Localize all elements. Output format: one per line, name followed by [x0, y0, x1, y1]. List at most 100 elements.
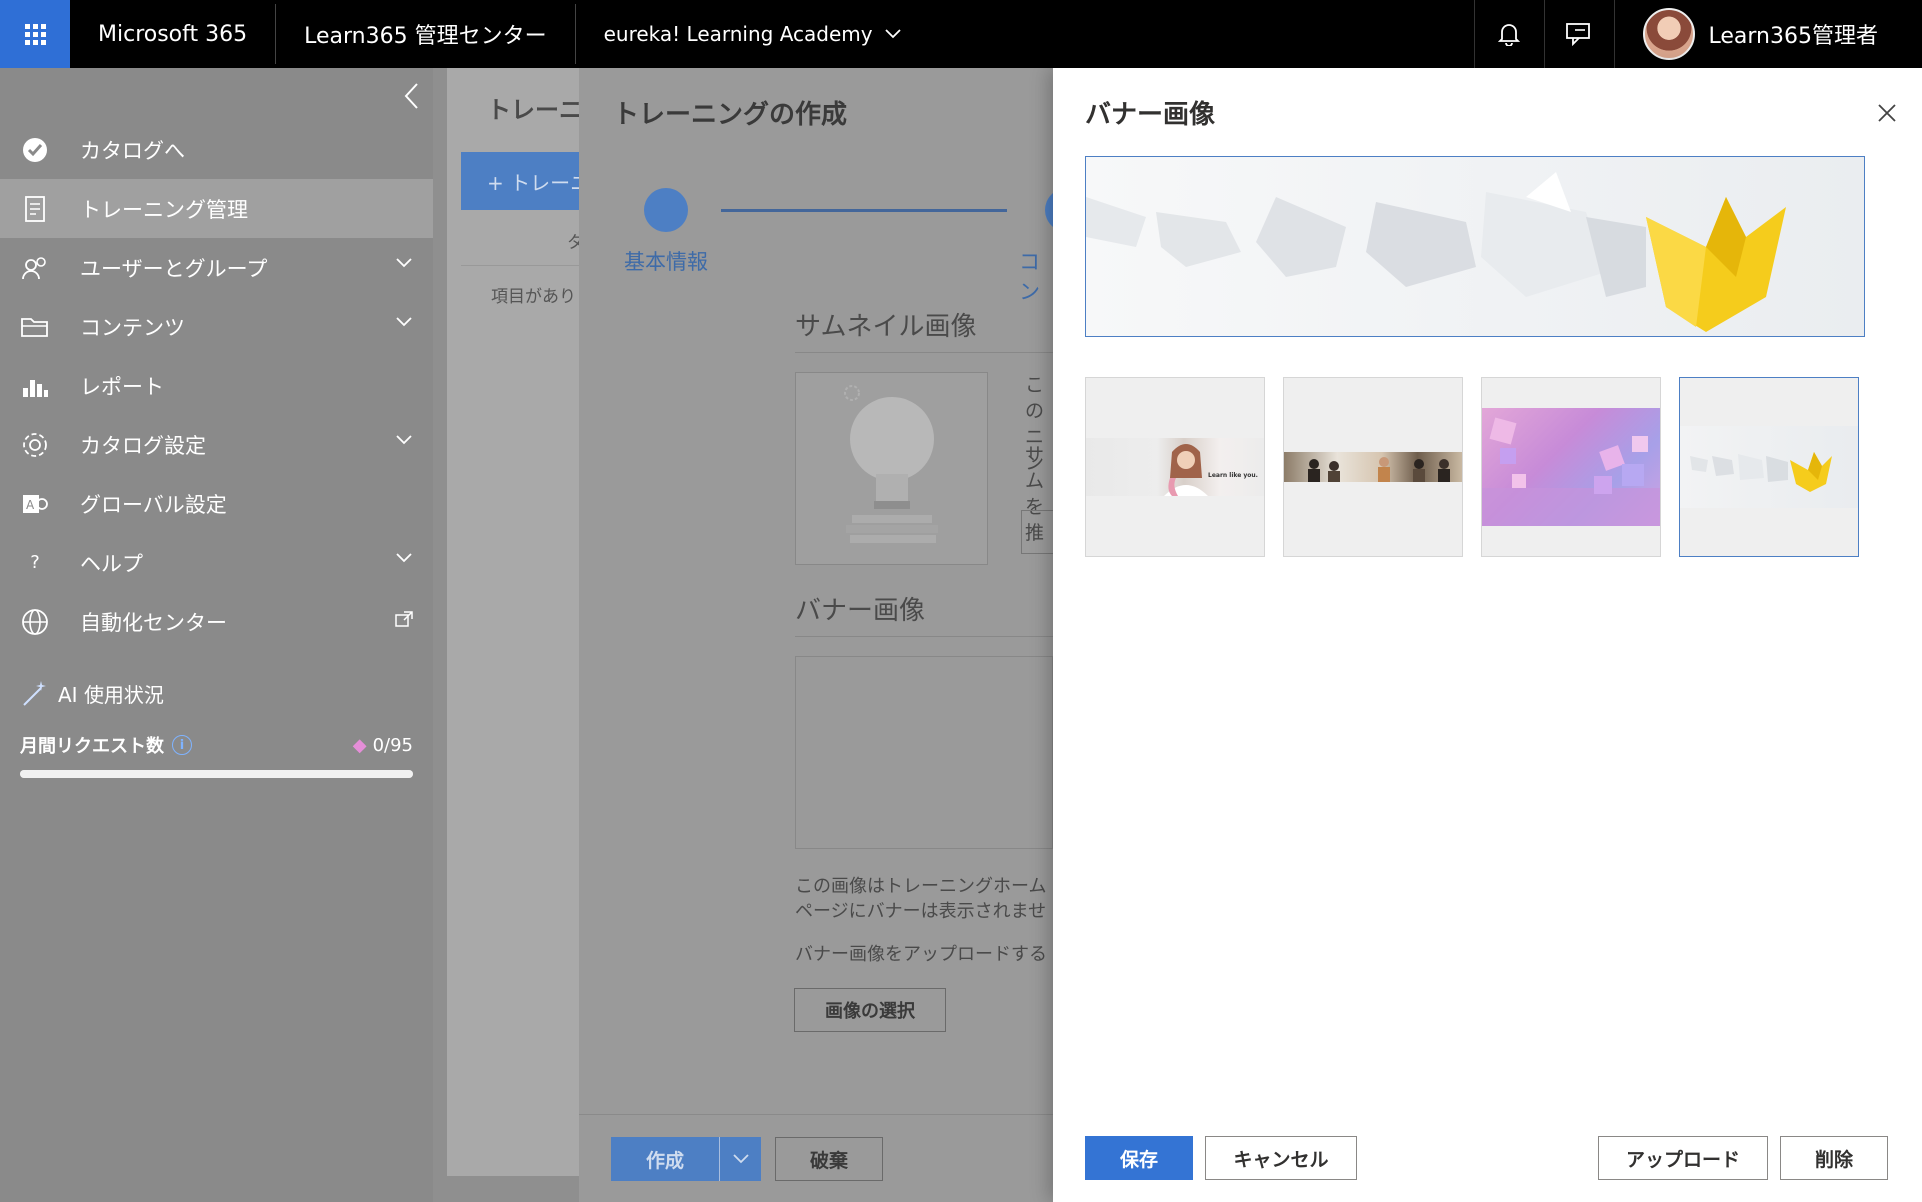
gem-icon: ◆: [352, 734, 367, 756]
bar-chart-icon: [20, 371, 50, 401]
sidebar-item-global-settings[interactable]: A グローバル設定: [0, 474, 433, 533]
admin-center-title[interactable]: Learn365 管理センター: [276, 0, 574, 68]
banner-desc: この画像はトレーニングホーム ページにバナーは表示されませ: [795, 874, 1046, 924]
divider: [795, 636, 1053, 637]
chevron-down-icon: [396, 317, 412, 327]
sidebar-item-label: 自動化センター: [80, 610, 227, 635]
sidebar-item-label: ヘルプ: [80, 551, 143, 576]
banner-thumbnail: [1680, 426, 1858, 508]
ai-usage: AI 使用状況 月間リクエスト数 i ◆ 0/95: [20, 678, 413, 778]
step-indicator[interactable]: [1045, 188, 1053, 232]
banner-option-pink-cubes[interactable]: [1481, 377, 1661, 557]
sidebar-item-label: グローバル設定: [80, 492, 227, 517]
step-connector: [721, 209, 1007, 212]
sidebar-nav: カタログへ トレーニング管理 ユーザーとグループ コンテンツ レポート カタログ…: [0, 120, 433, 651]
panel-title: トレーニングの作成: [613, 100, 848, 130]
sidebar-item-catalog-settings[interactable]: カタログ設定: [0, 415, 433, 474]
app-name[interactable]: Microsoft 365: [70, 0, 275, 68]
check-circle-icon: [20, 135, 50, 165]
monthly-requests-usage: 0/95: [372, 734, 413, 756]
thumbnail-text: この: [1025, 374, 1045, 422]
svg-text:A: A: [26, 498, 35, 512]
banner-thumbnail: [1086, 438, 1264, 496]
usage-progress-bar: [20, 770, 413, 778]
sidebar-item-catalog[interactable]: カタログへ: [0, 120, 433, 179]
document-icon: [20, 194, 50, 224]
sidebar-item-label: カタログへ: [80, 138, 185, 163]
sidebar-item-training[interactable]: トレーニング管理: [0, 179, 433, 238]
chevron-down-icon: [732, 1154, 749, 1164]
create-button[interactable]: 作成: [611, 1137, 761, 1181]
thumbnail-select-button[interactable]: [1021, 510, 1053, 554]
banner-option-woman-smiling[interactable]: Learn like you.: [1085, 377, 1265, 557]
cancel-button[interactable]: キャンセル: [1205, 1136, 1357, 1180]
empty-message: 項目があり: [491, 287, 576, 307]
banner-option-team-meeting[interactable]: [1283, 377, 1463, 557]
sidebar-item-label: コンテンツ: [80, 315, 185, 340]
close-icon[interactable]: [1872, 98, 1902, 128]
user-name: Learn365管理者: [1708, 24, 1878, 49]
paper-boats-image: [1086, 157, 1864, 336]
sidebar-item-report[interactable]: レポート: [0, 356, 433, 415]
sidebar-item-label: ユーザーとグループ: [80, 256, 268, 281]
banner-option-paper-boats[interactable]: [1679, 377, 1859, 557]
banner-image-dialog: バナー画像 Learn like you. 保存 キャンセル アップロード 削除: [1053, 68, 1922, 1202]
info-icon[interactable]: i: [172, 735, 192, 755]
upload-button[interactable]: アップロード: [1598, 1136, 1768, 1180]
banner-section-title: バナー画像: [795, 596, 926, 626]
avatar: [1642, 8, 1695, 60]
sidebar-item-content[interactable]: コンテンツ: [0, 297, 433, 356]
sidebar-item-automation[interactable]: 自動化センター: [0, 592, 433, 651]
banner-desc-line: この画像はトレーニングホーム: [795, 876, 1047, 897]
dialog-footer: 保存 キャンセル アップロード 削除: [1053, 1136, 1922, 1196]
create-training-panel: トレーニングの作成 基本情報 コン サムネイル画像 この ニン サム を推 バナ…: [579, 68, 1053, 1202]
external-link-icon: [395, 611, 413, 627]
save-button[interactable]: 保存: [1085, 1136, 1193, 1180]
step-indicator-active[interactable]: [644, 188, 688, 232]
sidebar-item-users-groups[interactable]: ユーザーとグループ: [0, 238, 433, 297]
paper-boats-image: [1690, 452, 1832, 492]
people-icon: [20, 253, 50, 283]
usage-progress-fill: [20, 770, 413, 778]
sidebar: カタログへ トレーニング管理 ユーザーとグループ コンテンツ レポート カタログ…: [0, 68, 433, 1202]
feedback-icon[interactable]: [1543, 0, 1614, 68]
waffle-icon[interactable]: [0, 0, 70, 68]
tenant-switcher[interactable]: eureka! Learning Academy: [576, 0, 929, 68]
collapse-sidebar-button[interactable]: [403, 82, 419, 114]
thumbnail-text: サム: [1025, 444, 1045, 492]
folder-icon: [20, 312, 50, 342]
bell-icon[interactable]: [1473, 0, 1544, 68]
chevron-down-icon: [396, 553, 412, 563]
divider: [795, 352, 1053, 353]
delete-button[interactable]: 削除: [1780, 1136, 1888, 1180]
chevron-down-icon: [884, 29, 901, 39]
question-icon: ?: [30, 552, 40, 573]
monthly-requests-label: 月間リクエスト数: [20, 736, 164, 757]
gear-icon: [20, 430, 50, 460]
banner-thumbnail: [1482, 408, 1660, 526]
chevron-down-icon: [396, 258, 412, 268]
banner-desc-line: ページにバナーは表示されませ: [795, 901, 1047, 922]
cubes-image: [1482, 417, 1660, 526]
sidebar-item-help[interactable]: ? ヘルプ: [0, 533, 433, 592]
settings-a-icon: A: [20, 489, 50, 519]
globe-icon: [20, 607, 50, 637]
meeting-image: [1308, 457, 1450, 482]
select-image-button[interactable]: 画像の選択: [794, 988, 946, 1032]
banner-preview: [795, 656, 1053, 849]
step-content[interactable]: コン: [1019, 246, 1053, 306]
discard-button[interactable]: 破棄: [775, 1137, 883, 1181]
banner-options: Learn like you.: [1085, 377, 1859, 557]
step-basic-info[interactable]: 基本情報: [624, 246, 708, 276]
account-menu[interactable]: Learn365管理者: [1613, 0, 1922, 68]
chevron-down-icon: [396, 435, 412, 445]
banner-upload-hint: バナー画像をアップロードする: [795, 944, 1047, 965]
sidebar-item-label: カタログ設定: [80, 433, 206, 458]
chevron-left-icon: [404, 83, 418, 109]
monthly-requests: 月間リクエスト数 i ◆ 0/95: [20, 732, 413, 758]
create-label: 作成: [645, 1149, 684, 1172]
panel-footer: 作成 破棄: [579, 1114, 1053, 1202]
sidebar-item-label: トレーニング管理: [80, 197, 248, 222]
banner-thumbnail: [1284, 452, 1462, 482]
create-dropdown-button[interactable]: [719, 1137, 761, 1181]
